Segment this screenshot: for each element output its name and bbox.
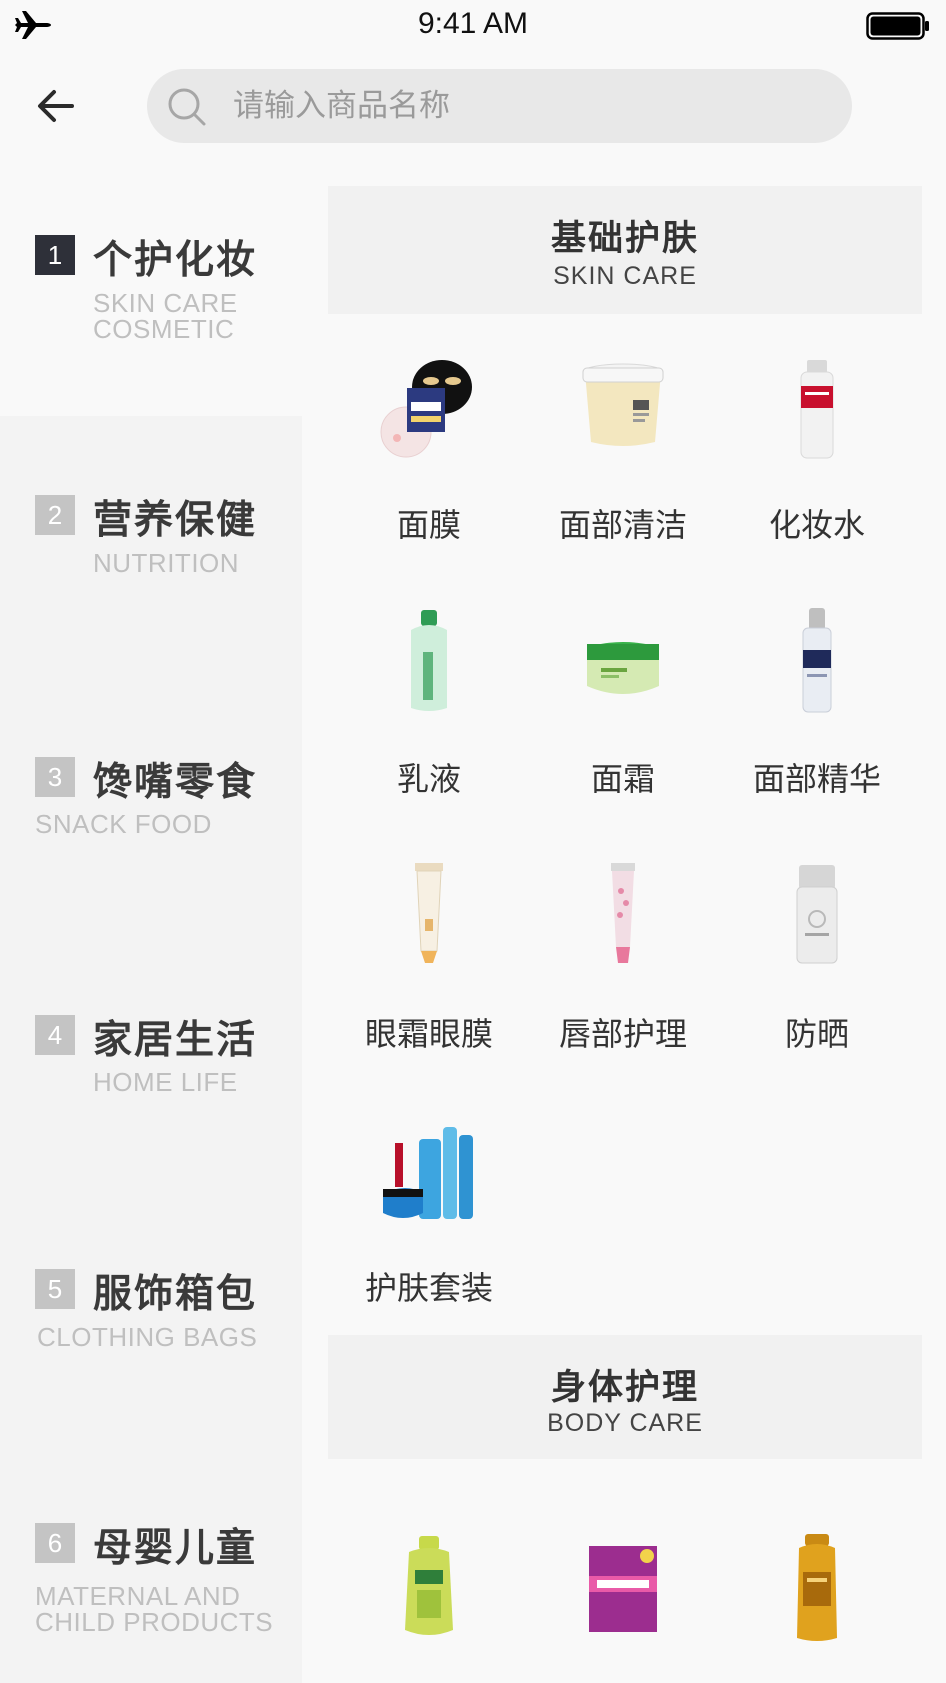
section-title: 基础护肤 — [550, 219, 699, 259]
page: 9:41 AM 1 个护化妆 SKIN CARE COSMETIC 2 营养保健… — [0, 0, 946, 1683]
toner-bottle-image — [800, 360, 834, 459]
product-tampons[interactable] — [516, 1532, 730, 1683]
sunscreen-bottle-image — [796, 865, 838, 964]
shampoo-bottle-image — [797, 1534, 837, 1641]
cream-jar-image — [587, 642, 659, 694]
product-label: 面部清洁 — [558, 506, 687, 544]
category-sidebar: 1 个护化妆 SKIN CARE COSMETIC 2 营养保健 NUTRITI… — [0, 160, 302, 1683]
product-label: 面霜 — [590, 760, 655, 798]
skincare-set-image — [383, 1127, 473, 1219]
lotion-bottle-image — [411, 610, 447, 711]
lip-balm-tube-image — [611, 863, 635, 963]
face-mask-image — [380, 360, 472, 458]
product-sunscreen[interactable]: 防晒 — [710, 859, 924, 1089]
product-face-cream[interactable]: 面霜 — [516, 604, 730, 834]
product-content: 基础护肤 SKIN CARE 面膜 面部清洁 化妆水 乳液 面霜 面部精华 眼霜… — [302, 160, 946, 1683]
sidebar-item-number: 5 — [35, 1269, 75, 1309]
section-subtitle: BODY CARE — [547, 1409, 703, 1437]
product-lotion[interactable]: 乳液 — [322, 604, 536, 834]
product-label: 唇部护理 — [558, 1015, 687, 1053]
status-time: 9:41 AM — [417, 7, 529, 40]
battery-icon — [866, 12, 929, 40]
product-label: 化妆水 — [768, 506, 865, 544]
sidebar-item-snack-food[interactable]: 3 馋嘴零食 SNACK FOOD — [0, 676, 302, 930]
sidebar-item-subtitle: SNACK FOOD — [35, 809, 212, 839]
sidebar-item-number: 4 — [35, 1015, 75, 1055]
sidebar-item-maternal-child[interactable]: 6 母婴儿童 MATERNAL AND CHILD PRODUCTS — [0, 1440, 302, 1683]
sidebar-item-title: 营养保健 — [93, 498, 258, 543]
product-facial-cleanser[interactable]: 面部清洁 — [516, 350, 730, 580]
section-title: 身体护理 — [550, 1368, 699, 1408]
sidebar-item-title: 母婴儿童 — [93, 1526, 258, 1571]
product-skincare-set[interactable]: 护肤套装 — [322, 1113, 536, 1343]
mouthwash-bottle-image — [405, 1536, 453, 1635]
sidebar-item-title: 家居生活 — [93, 1018, 258, 1063]
sidebar-item-number: 3 — [35, 757, 75, 797]
product-label: 面膜 — [396, 506, 461, 544]
product-lip-care[interactable]: 唇部护理 — [516, 859, 730, 1089]
sidebar-item-subtitle: CLOTHING BAGS — [37, 1322, 258, 1352]
sidebar-item-clothing-bags[interactable]: 5 服饰箱包 CLOTHING BAGS — [0, 1186, 302, 1440]
cleanser-jar-image — [582, 363, 664, 446]
sidebar-item-home-life[interactable]: 4 家居生活 HOME LIFE — [0, 930, 302, 1186]
sidebar-item-title: 馋嘴零食 — [93, 760, 258, 805]
tampon-box-image — [589, 1546, 657, 1632]
sidebar-item-subtitle: SKIN CARE COSMETIC — [93, 288, 238, 344]
search-icon — [168, 88, 206, 126]
product-face-serum[interactable]: 面部精华 — [710, 604, 924, 834]
section-subtitle: SKIN CARE — [553, 262, 697, 290]
sidebar-item-number: 1 — [35, 235, 75, 275]
sidebar-item-number: 2 — [35, 495, 75, 535]
product-eye-cream[interactable]: 眼霜眼膜 — [322, 859, 536, 1089]
sidebar-item-number: 6 — [35, 1523, 75, 1563]
back-button[interactable] — [28, 78, 84, 134]
product-label: 眼霜眼膜 — [364, 1015, 493, 1053]
section-header-body-care: 身体护理 BODY CARE — [328, 1335, 922, 1459]
sidebar-item-title: 服饰箱包 — [93, 1272, 258, 1317]
product-mouthwash[interactable] — [322, 1532, 536, 1683]
search-input[interactable] — [233, 69, 823, 143]
sidebar-item-subtitle: HOME LIFE — [93, 1067, 238, 1097]
product-label: 护肤套装 — [364, 1269, 493, 1307]
search-box[interactable] — [147, 69, 852, 143]
product-shampoo[interactable] — [710, 1532, 924, 1683]
product-label: 面部精华 — [752, 760, 881, 798]
status-bar: 9:41 AM — [0, 0, 946, 50]
product-face-mask[interactable]: 面膜 — [322, 350, 536, 580]
sidebar-item-subtitle: NUTRITION — [93, 548, 240, 578]
eye-cream-tube-image — [415, 863, 443, 963]
product-label: 防晒 — [784, 1015, 849, 1053]
serum-bottle-image — [802, 608, 832, 713]
sidebar-item-subtitle: MATERNAL AND CHILD PRODUCTS — [35, 1581, 274, 1637]
arrow-left-icon — [38, 90, 74, 122]
product-label: 乳液 — [396, 760, 461, 798]
product-toner[interactable]: 化妆水 — [710, 350, 924, 580]
sidebar-item-title: 个护化妆 — [93, 238, 258, 283]
sidebar-item-nutrition[interactable]: 2 营养保健 NUTRITION — [0, 416, 302, 676]
section-header-skin-care: 基础护肤 SKIN CARE — [328, 186, 922, 314]
sidebar-item-personal-care[interactable]: 1 个护化妆 SKIN CARE COSMETIC — [0, 160, 302, 416]
